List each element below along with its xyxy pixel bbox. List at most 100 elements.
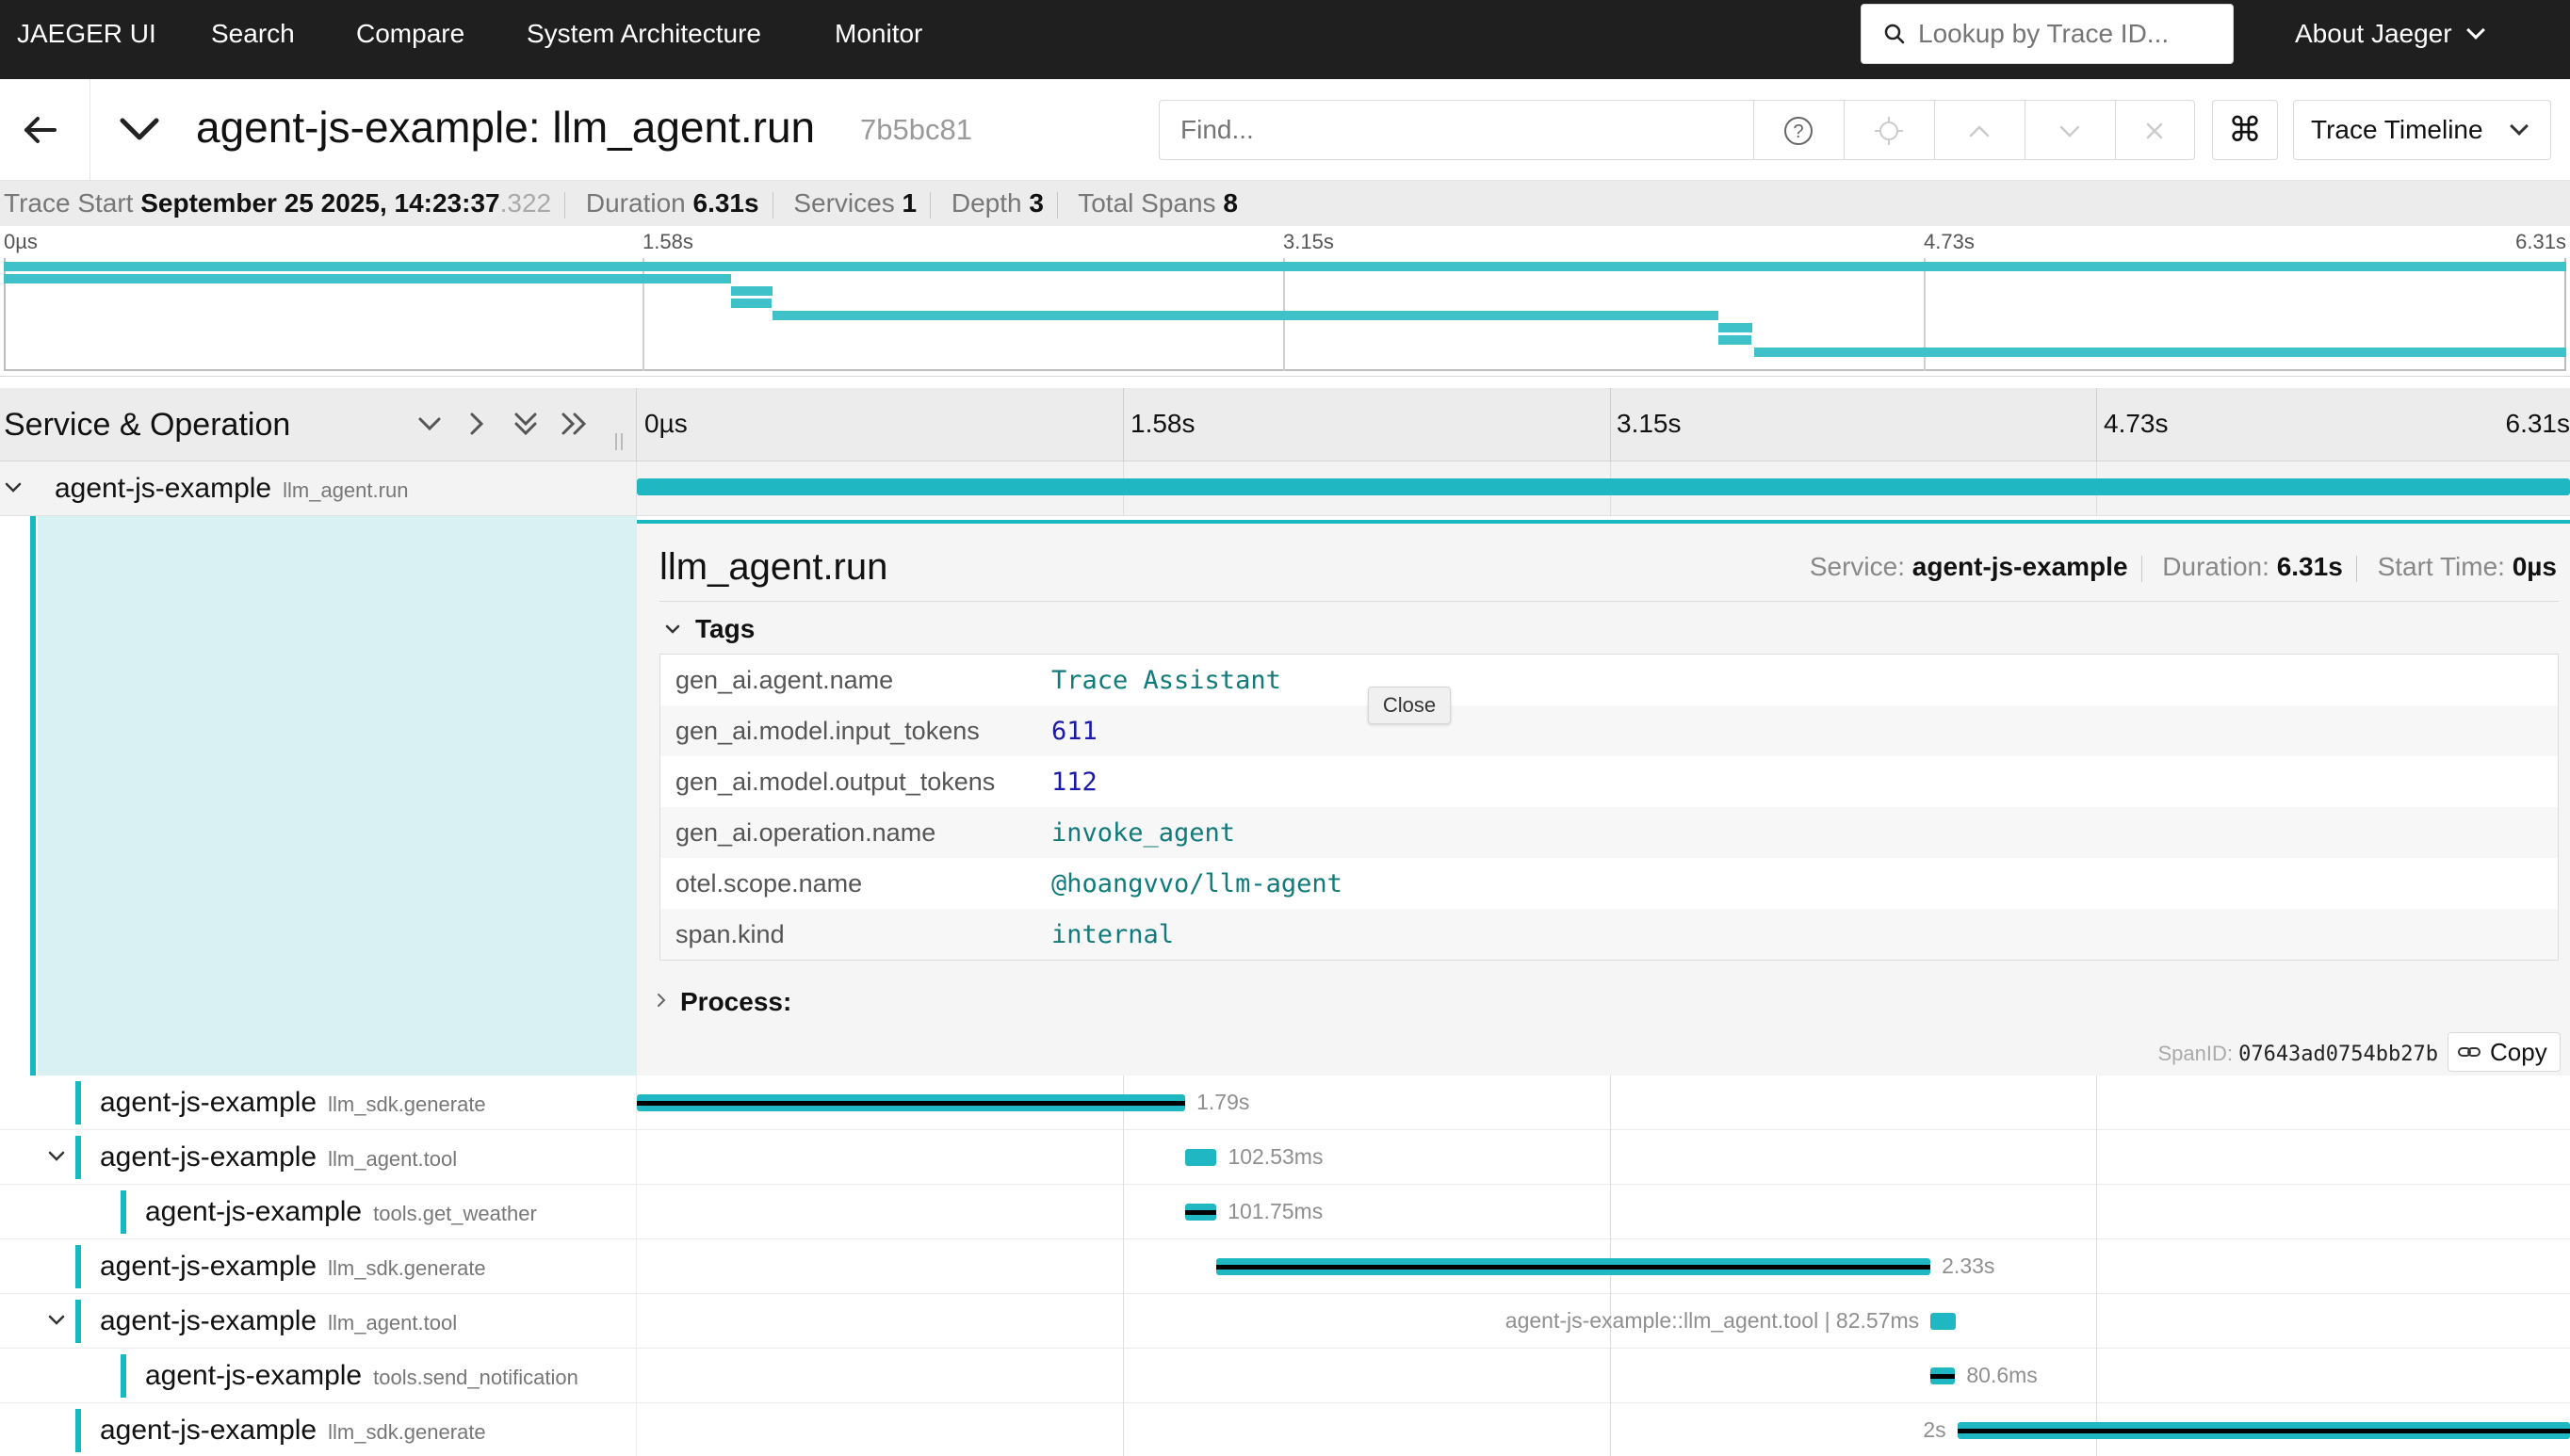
tag-row[interactable]: gen_ai.operation.name invoke_agent — [660, 807, 2558, 858]
minimap-span-bar — [1718, 323, 1752, 332]
service-text: agent-js-example — [100, 1251, 317, 1282]
timeline-tick: 6.31s — [2505, 409, 2570, 438]
nav-search[interactable]: Search — [211, 0, 295, 79]
duration-label: Duration — [585, 188, 686, 218]
chevron-down-icon[interactable] — [2, 477, 24, 499]
nav-system-architecture[interactable]: System Architecture — [527, 0, 761, 79]
detail-service-value: agent-js-example — [1911, 552, 2128, 581]
minimap-tick: 4.73s — [1924, 230, 1975, 253]
span-bar[interactable] — [1185, 1149, 1217, 1166]
find-input[interactable] — [1180, 108, 1727, 152]
chevron-up-icon — [1969, 125, 1990, 138]
tags-toggle[interactable]: Tags — [665, 614, 755, 644]
about-jaeger-menu[interactable]: About Jaeger — [2295, 0, 2485, 68]
span-name-cell[interactable]: agent-js-example llm_agent.run — [0, 461, 637, 515]
minimap-tick: 3.15s — [1283, 230, 1334, 253]
minimap-span-bar — [1718, 335, 1751, 345]
tags-table: gen_ai.agent.name Trace Assistant gen_ai.m… — [659, 654, 2559, 961]
trace-start-value: September 25 2025, 14:23:37 — [140, 188, 500, 218]
minimap-tick: 0µs — [4, 230, 38, 253]
span-row[interactable]: agent-js-example tools.send_notification — [0, 1349, 2570, 1403]
close-tooltip[interactable]: Close — [1368, 687, 1451, 724]
collapse-trace-button[interactable] — [111, 102, 168, 158]
span-bar[interactable] — [637, 478, 2570, 495]
arrow-left-icon — [24, 117, 57, 143]
expand-all-icon[interactable] — [556, 405, 594, 443]
tag-row[interactable]: otel.scope.name @hoangvvo/llm-agent — [660, 858, 2558, 909]
resize-handle-icon[interactable] — [612, 433, 626, 450]
span-duration-label: 2.33s — [1942, 1254, 1995, 1278]
question-circle-icon: ? — [1784, 117, 1813, 145]
duration-value: 6.31s — [692, 188, 759, 218]
copy-span-id-button[interactable]: Copy — [2448, 1032, 2561, 1072]
span-bar[interactable] — [1930, 1313, 1956, 1330]
view-select[interactable]: Trace Timeline — [2293, 100, 2551, 160]
service-text: agent-js-example — [145, 1360, 363, 1391]
critical-path-line — [1216, 1265, 1931, 1270]
span-name-cell[interactable]: agent-js-example tools.send_notification — [0, 1349, 637, 1402]
lookup-trace-input[interactable] — [1918, 12, 2220, 56]
operation-text: llm_agent.run — [283, 478, 409, 502]
timeline-tick: 3.15s — [1617, 409, 1682, 438]
span-bar[interactable] — [1957, 1422, 2570, 1439]
span-name-cell[interactable]: agent-js-example llm_sdk.generate — [0, 1239, 637, 1293]
operation-text: llm_agent.tool — [328, 1311, 458, 1335]
timeline-gridline — [1123, 1076, 1124, 1456]
focus-results-button[interactable] — [1844, 101, 1934, 159]
tag-key: gen_ai.model.input_tokens — [675, 717, 980, 745]
trace-header: agent-js-example: llm_agent.run 7b5bc81 … — [0, 79, 2570, 181]
span-id: SpanID: 07643ad0754bb27b — [2157, 1042, 2438, 1066]
service-text: agent-js-example — [145, 1196, 363, 1227]
tag-key: span.kind — [675, 920, 785, 948]
trace-id: 7b5bc81 — [860, 113, 972, 146]
span-row[interactable]: agent-js-example llm_sdk.generate — [0, 1076, 2570, 1130]
span-indent-bar — [75, 1300, 81, 1343]
chevron-right-icon — [658, 994, 666, 1007]
expand-one-icon[interactable] — [458, 405, 496, 443]
minimap-span-bar — [4, 274, 731, 283]
tag-key: gen_ai.agent.name — [675, 666, 894, 694]
span-bar[interactable] — [637, 1094, 1186, 1111]
span-bar[interactable] — [1930, 1367, 1956, 1384]
collapse-all-icon[interactable] — [507, 405, 545, 443]
timeline-gridline — [1610, 388, 1611, 461]
clear-find-button[interactable] — [2115, 101, 2196, 159]
service-operation-header: Service & Operation — [0, 388, 637, 461]
service-text: agent-js-example — [100, 1305, 317, 1336]
tag-row[interactable]: gen_ai.model.output_tokens 112 — [660, 756, 2558, 807]
view-select-value: Trace Timeline — [2311, 115, 2483, 144]
prev-result-button[interactable] — [1934, 101, 2025, 159]
chevron-down-icon — [2465, 21, 2485, 40]
keyboard-shortcuts-button[interactable]: ⌘ — [2212, 100, 2278, 160]
chevron-down-icon[interactable] — [45, 1145, 68, 1168]
trace-summary: Trace Start September 25 2025, 14:23:37.… — [0, 181, 2570, 226]
span-row[interactable]: agent-js-example llm_agent.tool — [0, 1294, 2570, 1349]
back-button[interactable] — [0, 79, 90, 181]
nav-monitor[interactable]: Monitor — [835, 0, 922, 79]
brand-logo[interactable]: JAEGER UI — [17, 0, 156, 79]
chevron-down-icon[interactable] — [45, 1309, 68, 1332]
span-service-name: agent-js-example llm_agent.tool — [100, 1141, 457, 1173]
span-bar[interactable] — [1216, 1258, 1931, 1275]
span-name-cell[interactable]: agent-js-example llm_agent.tool — [0, 1130, 637, 1184]
process-heading: Process: — [680, 987, 792, 1016]
trace-minimap[interactable]: 0µs 1.58s 3.15s 4.73s 6.31s — [0, 226, 2570, 377]
tag-row[interactable]: span.kind internal — [660, 909, 2558, 960]
span-name-cell[interactable]: agent-js-example llm_agent.tool — [0, 1294, 637, 1348]
span-bar[interactable] — [1185, 1204, 1217, 1221]
span-name-cell[interactable]: agent-js-example llm_sdk.generate — [0, 1403, 637, 1456]
tag-row[interactable]: gen_ai.model.input_tokens 611 — [660, 705, 2558, 756]
process-toggle[interactable]: Process: — [658, 987, 792, 1017]
collapse-one-icon[interactable] — [411, 405, 448, 443]
span-id-value: 07643ad0754bb27b — [2238, 1043, 2438, 1066]
find-help-button[interactable]: ? — [1753, 101, 1844, 159]
span-name-cell[interactable]: agent-js-example llm_sdk.generate — [0, 1076, 637, 1129]
nav-compare[interactable]: Compare — [356, 0, 464, 79]
span-name-cell[interactable]: agent-js-example tools.get_weather — [0, 1185, 637, 1238]
next-result-button[interactable] — [2025, 101, 2115, 159]
tag-row[interactable]: gen_ai.agent.name Trace Assistant — [660, 655, 2558, 705]
timeline-gridline — [1123, 388, 1124, 461]
operation-text: llm_sdk.generate — [328, 1420, 486, 1444]
tag-value: invoke_agent — [1051, 818, 1236, 848]
critical-path-line — [637, 1101, 1186, 1106]
